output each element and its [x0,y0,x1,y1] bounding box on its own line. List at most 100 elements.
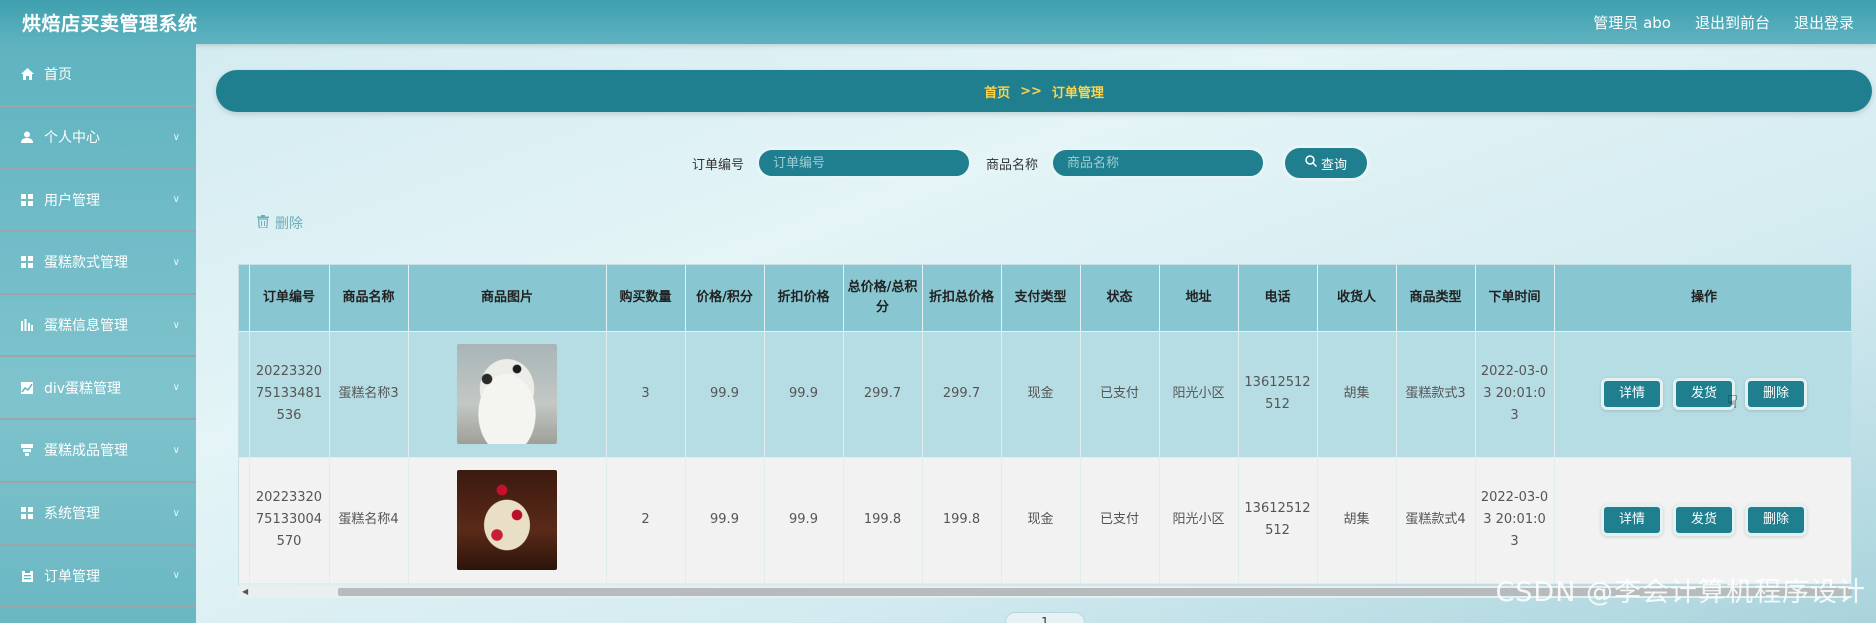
admin-label: 管理员 abo [1593,13,1671,32]
sidebar-item-cake-style[interactable]: 蛋糕款式管理 ∨ [0,232,196,295]
quantity-cell: 3 [606,331,686,458]
orders-table: 订单编号 商品名称 商品图片 购买数量 价格/积分 折扣价格 总价格/总积分 折… [238,264,1852,594]
select-cell[interactable] [239,457,250,584]
product-image-cell [408,457,607,584]
table-row[interactable]: 2022332075133481536 蛋糕名称3 3 99.9 99.9 29… [239,331,1851,458]
column-header: 电话 [1238,265,1318,332]
pagination[interactable]: 1 [1005,612,1085,623]
column-header: 收货人 [1317,265,1397,332]
sidebar: 首页 个人中心 ∨ 用户管理 ∨ 蛋糕款式管理 ∨ 蛋糕信息管理 ∨ div蛋糕… [0,44,196,623]
discount-price-cell: 99.9 [764,331,844,458]
receiver-cell: 胡集 [1317,331,1397,458]
sidebar-item-label: 个人中心 [44,130,100,147]
chevron-down-icon: ∨ [172,570,180,582]
total-price-cell: 199.8 [843,457,923,584]
sidebar-item-label: div蛋糕管理 [44,380,122,397]
product-name-input[interactable] [1050,147,1267,179]
receiver-cell: 胡集 [1317,457,1397,584]
quantity-cell: 2 [606,457,686,584]
sidebar-item-label: 订单管理 [44,568,100,585]
sidebar-item-cake-product[interactable]: 蛋糕成品管理 ∨ [0,420,196,483]
sidebar-item-cake-info[interactable]: 蛋糕信息管理 ∨ [0,295,196,358]
column-header: 支付类型 [1001,265,1081,332]
pay-type-cell: 现金 [1001,331,1081,458]
sidebar-item-label: 蛋糕款式管理 [44,255,128,272]
select-cell[interactable] [239,331,250,458]
column-header: 商品名称 [329,265,409,332]
search-bar: 订单编号 商品名称 查询 [690,145,1371,181]
product-name-cell: 蛋糕名称3 [329,331,409,458]
sidebar-item-users[interactable]: 用户管理 ∨ [0,169,196,233]
discount-price-cell: 99.9 [764,457,844,584]
sidebar-item-label: 系统管理 [44,506,100,523]
grid-icon [20,255,34,269]
column-header: 下单时间 [1475,265,1555,332]
back-to-front-link[interactable]: 退出到前台 [1695,12,1770,33]
logout-link[interactable]: 退出登录 [1794,12,1854,33]
column-header: 地址 [1159,265,1239,332]
product-name-label: 商品名称 [986,157,1039,173]
ship-button[interactable]: 发货 [1673,378,1735,410]
grid-icon [20,506,34,520]
order-no-cell: 2022332075133004570 [249,457,330,584]
price-cell: 99.9 [685,457,765,584]
discount-total-cell: 299.7 [922,331,1002,458]
delete-button[interactable]: 删除 [1745,378,1807,410]
address-cell: 阳光小区 [1159,331,1239,458]
breadcrumb-current: 订单管理 [1051,85,1104,101]
column-header: 订单编号 [249,265,330,332]
chevron-down-icon: ∨ [172,382,180,394]
product-type-cell: 蛋糕款式3 [1396,331,1476,458]
order-no-label: 订单编号 [692,157,745,173]
bulk-delete-button[interactable]: 删除 [257,213,303,233]
detail-button[interactable]: 详情 [1601,378,1663,410]
column-header: 折扣总价格 [922,265,1002,332]
price-cell: 99.9 [685,331,765,458]
product-type-cell: 蛋糕款式4 [1396,457,1476,584]
sidebar-item-orders[interactable]: 订单管理 ∨ [0,546,196,609]
chevron-down-icon: ∨ [172,319,180,331]
hand-cursor-icon: ☟ [1727,392,1738,413]
delete-button[interactable]: 删除 [1745,504,1807,536]
query-button[interactable]: 查询 [1282,145,1371,181]
sidebar-item-label: 用户管理 [44,192,100,209]
grid-icon [20,193,34,207]
product-name-cell: 蛋糕名称4 [329,457,409,584]
page-number[interactable]: 1 [1041,615,1049,623]
chevron-down-icon: ∨ [172,256,180,268]
chevron-down-icon: ∨ [172,444,180,456]
sidebar-item-personal[interactable]: 个人中心 ∨ [0,107,196,170]
address-cell: 阳光小区 [1159,457,1239,584]
breadcrumb: 首页 >> 订单管理 [216,70,1872,112]
detail-button[interactable]: 详情 [1601,504,1663,536]
watermark: CSDN @李会计算机程序设计 [1495,577,1866,608]
column-header: 商品图片 [408,265,607,332]
sidebar-item-system[interactable]: 系统管理 ∨ [0,483,196,546]
ship-button[interactable]: 发货 [1673,504,1735,536]
line-chart-icon [20,381,34,395]
column-header: 购买数量 [606,265,686,332]
bulk-delete-label: 删除 [275,216,303,232]
clipboard-icon [20,569,34,583]
scroll-left-icon[interactable]: ◀ [242,587,248,596]
home-icon [20,67,34,81]
cake-image [457,470,557,570]
breadcrumb-home[interactable]: 首页 [984,82,1010,101]
sidebar-item-label: 首页 [44,67,72,84]
phone-cell: 13612512512 [1238,331,1318,458]
layers-icon [20,443,34,457]
order-no-input[interactable] [756,147,973,179]
app-title: 烘焙店买卖管理系统 [22,12,198,35]
status-cell: 已支付 [1080,457,1160,584]
column-header: 折扣价格 [764,265,844,332]
total-price-cell: 299.7 [843,331,923,458]
column-header: 总价格/总积分 [843,265,923,332]
product-image-cell [408,331,607,458]
table-row[interactable]: 2022332075133004570 蛋糕名称4 2 99.9 99.9 19… [239,457,1851,584]
sidebar-item-div-cake[interactable]: div蛋糕管理 ∨ [0,357,196,421]
breadcrumb-separator: >> [1020,83,1042,99]
sidebar-item-home[interactable]: 首页 [0,44,196,107]
chevron-down-icon: ∨ [172,194,180,206]
user-icon [20,130,34,144]
chevron-down-icon: ∨ [172,507,180,519]
